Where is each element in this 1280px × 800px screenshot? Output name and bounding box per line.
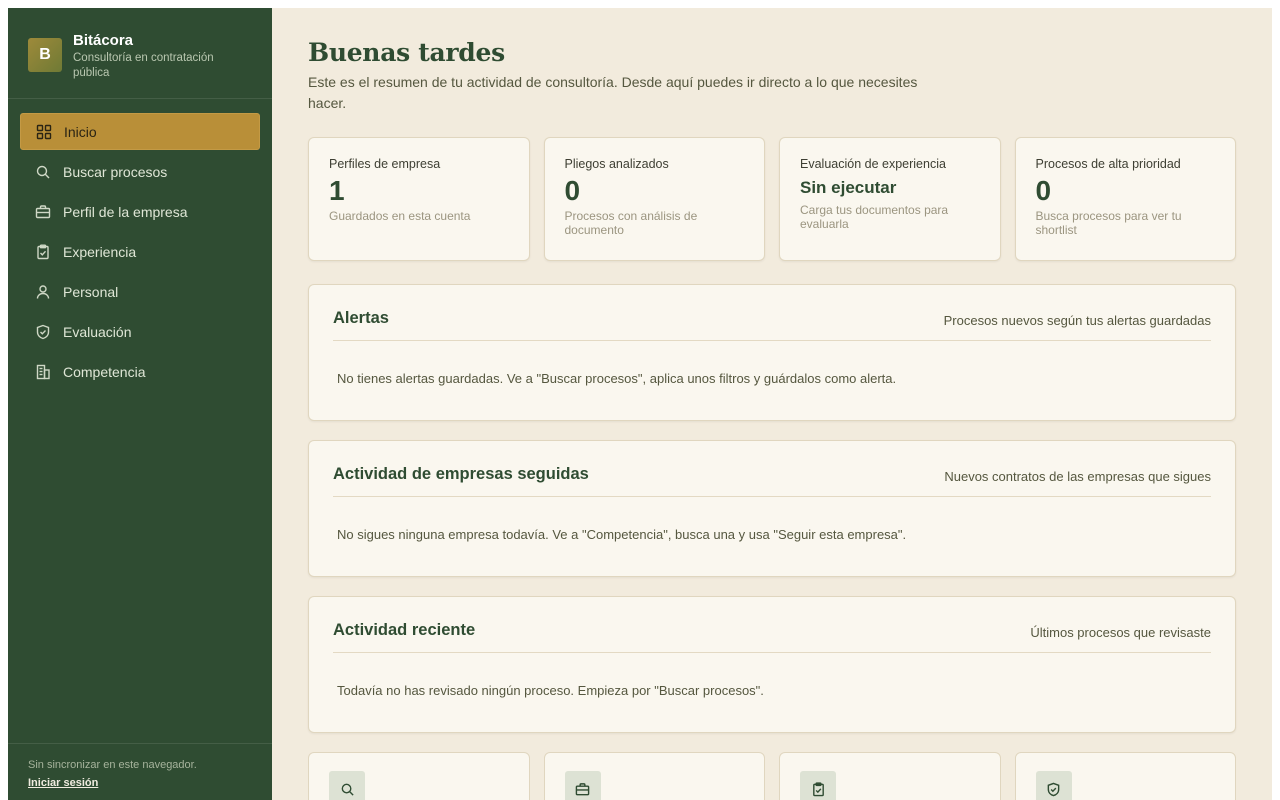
sidebar-item-buscar-procesos[interactable]: Buscar procesos (20, 153, 260, 190)
search-icon (329, 771, 365, 800)
shield-check-icon (1035, 771, 1072, 800)
sidebar-item-perfil-empresa[interactable]: Perfil de la empresa (20, 193, 260, 230)
sidebar-item-label: Perfil de la empresa (63, 203, 188, 220)
panel-empty-message: Todavía no has revisado ningún proceso. … (337, 683, 764, 698)
sidebar-nav: Inicio Buscar procesos Perfil de la empr… (8, 99, 272, 393)
sidebar-item-label: Inicio (64, 123, 97, 140)
panel-header: Actividad reciente Últimos procesos que … (333, 597, 1211, 653)
stat-label: Evaluación de experiencia (800, 157, 946, 171)
panel-header: Alertas Procesos nuevos según tus alerta… (333, 285, 1211, 341)
alerts-panel: Alertas Procesos nuevos según tus alerta… (308, 284, 1236, 421)
brand-logo: B (28, 38, 62, 72)
grid-icon (35, 123, 53, 141)
sidebar-item-label: Evaluación (63, 323, 132, 340)
stat-value: 1 (329, 175, 345, 206)
quick-actions-row (308, 752, 1236, 800)
sidebar-item-label: Personal (63, 283, 119, 300)
panel-title: Actividad de empresas seguidas (333, 465, 589, 483)
panel-header: Actividad de empresas seguidas Nuevos co… (333, 441, 1211, 497)
followed-companies-panel: Actividad de empresas seguidas Nuevos co… (308, 440, 1236, 577)
panel-empty-message: No tienes alertas guardadas. Ve a "Busca… (337, 371, 897, 386)
quick-card-evaluacion[interactable] (1014, 752, 1236, 800)
sidebar: B Bitácora Consultoría en contratación p… (8, 8, 272, 800)
stat-note: Guardados en esta cuenta (329, 209, 471, 223)
panel-title: Actividad reciente (333, 621, 476, 639)
stat-note: Procesos con análisis de documento (564, 209, 698, 237)
panel-subtitle: Procesos nuevos según tus alertas guarda… (943, 313, 1211, 328)
brand-name: Bitácora (73, 32, 134, 49)
brand-text: Bitácora Consultoría en contratación púb… (73, 31, 243, 81)
sidebar-item-experiencia[interactable]: Experiencia (20, 233, 260, 270)
sync-status: Sin sincronizar en este navegador. (28, 759, 197, 771)
briefcase-icon (34, 203, 52, 221)
panel-subtitle: Nuevos contratos de las empresas que sig… (944, 469, 1211, 484)
stat-card-perfiles: Perfiles de empresa 1 Guardados en esta … (308, 137, 530, 261)
stat-card-evaluacion: Evaluación de experiencia Sin ejecutar C… (779, 137, 1001, 261)
sidebar-item-label: Competencia (63, 363, 146, 380)
stat-value: 0 (1035, 175, 1052, 206)
panel-title: Alertas (333, 309, 389, 327)
brand-subtitle: Consultoría en contratación pública (73, 52, 214, 79)
quick-card-experiencia[interactable] (779, 752, 1001, 800)
stat-card-prioridad: Procesos de alta prioridad 0 Busca proce… (1014, 137, 1236, 261)
stat-note: Busca procesos para ver tu shortlist (1035, 209, 1182, 237)
briefcase-icon (564, 771, 601, 800)
login-link[interactable]: Iniciar sesión (28, 777, 98, 789)
stat-label: Procesos de alta prioridad (1035, 157, 1181, 171)
sidebar-item-competencia[interactable]: Competencia (20, 353, 260, 390)
clipboard-check-icon (800, 771, 836, 800)
clipboard-check-icon (34, 243, 52, 261)
recent-activity-panel: Actividad reciente Últimos procesos que … (308, 596, 1236, 733)
shield-check-icon (34, 323, 52, 341)
building-icon (34, 363, 52, 381)
panel-empty-message: No sigues ninguna empresa todavía. Ve a … (337, 527, 907, 542)
sidebar-item-label: Buscar procesos (63, 163, 168, 180)
main-content: Buenas tardes Este es el resumen de tu a… (272, 8, 1272, 800)
sidebar-item-personal[interactable]: Personal (20, 273, 260, 310)
stat-label: Perfiles de empresa (329, 157, 441, 171)
quick-card-buscar[interactable] (308, 752, 530, 800)
stat-note: Carga tus documentos para evaluarla (800, 203, 949, 231)
sidebar-item-inicio[interactable]: Inicio (20, 113, 260, 150)
stats-row: Perfiles de empresa 1 Guardados en esta … (308, 137, 1236, 261)
stat-card-pliegos: Pliegos analizados 0 Procesos con anális… (543, 137, 765, 261)
user-icon (34, 283, 52, 301)
panel-subtitle: Últimos procesos que revisaste (1030, 625, 1211, 640)
quick-card-perfil[interactable] (543, 752, 765, 800)
brand: B Bitácora Consultoría en contratación p… (8, 8, 272, 99)
app-window: B Bitácora Consultoría en contratación p… (8, 8, 1272, 800)
search-icon (34, 163, 52, 181)
page-intro: Este es el resumen de tu actividad de co… (308, 74, 918, 111)
sidebar-footer: Sin sincronizar en este navegador. Inici… (8, 743, 272, 800)
sidebar-item-evaluacion[interactable]: Evaluación (20, 313, 260, 350)
stat-value: 0 (564, 175, 581, 206)
sidebar-item-label: Experiencia (63, 243, 137, 260)
page-title: Buenas tardes (308, 38, 505, 67)
stat-label: Pliegos analizados (564, 157, 669, 171)
stat-value: Sin ejecutar (800, 178, 897, 197)
